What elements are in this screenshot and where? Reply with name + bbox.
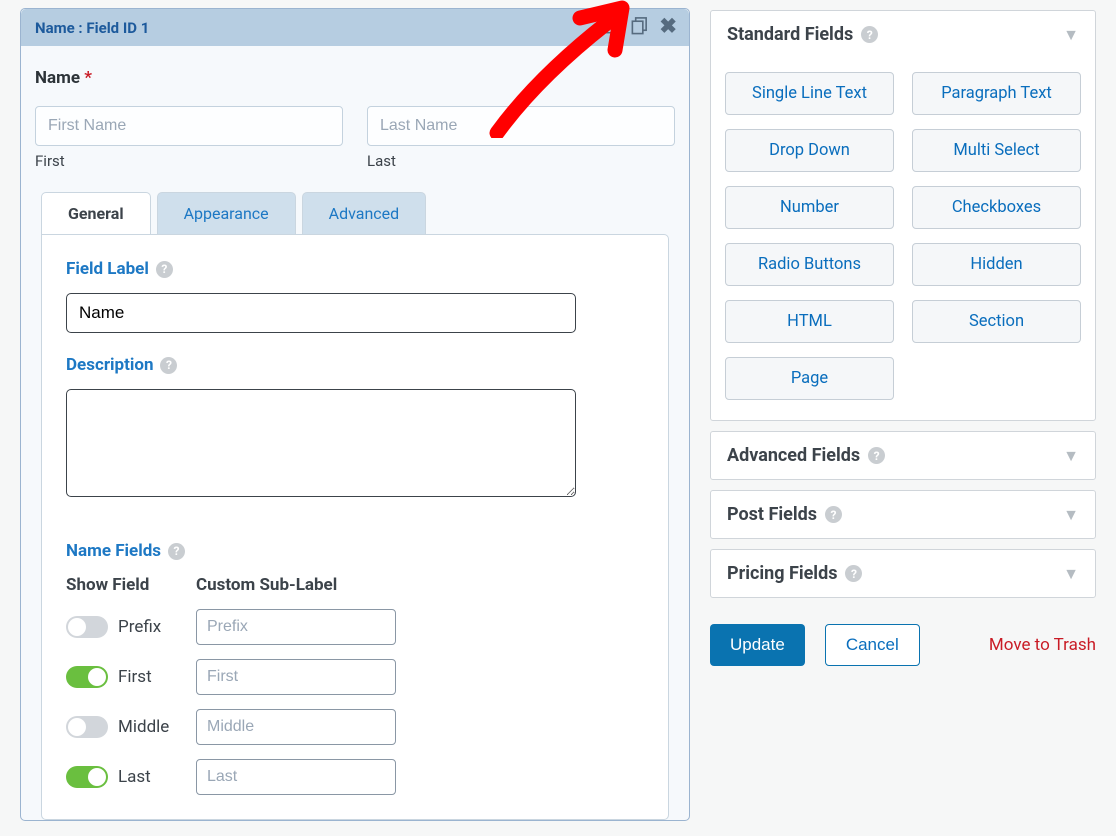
caret-down-icon: ▼ <box>1063 446 1079 466</box>
tab-appearance[interactable]: Appearance <box>157 192 296 234</box>
move-to-trash-link[interactable]: Move to Trash <box>989 635 1096 655</box>
collapse-icon[interactable] <box>603 17 620 38</box>
caret-down-icon: ▼ <box>1063 505 1079 525</box>
panel-standard-fields-title: Standard Fields <box>727 24 853 45</box>
description-textarea[interactable] <box>66 389 576 497</box>
tab-advanced[interactable]: Advanced <box>302 192 427 234</box>
help-icon[interactable]: ? <box>861 26 878 43</box>
first-name-input[interactable] <box>35 106 343 146</box>
help-icon[interactable]: ? <box>825 506 842 523</box>
field-btn-multi-select[interactable]: Multi Select <box>912 129 1081 172</box>
toggle-middle[interactable] <box>66 716 108 738</box>
action-row: Update Cancel Move to Trash <box>710 624 1096 666</box>
field-body: Name * First Last General Appearance Adv… <box>21 46 689 820</box>
field-card-header: Name : Field ID 1 ✖ <box>21 9 689 46</box>
description-heading: Description ? <box>66 355 644 375</box>
panel-pricing-fields: Pricing Fields ? ▼ <box>710 549 1096 598</box>
help-icon[interactable]: ? <box>160 357 177 374</box>
first-sub-label: First <box>35 152 343 170</box>
field-label-heading-text: Field Label <box>66 259 149 279</box>
tab-panel-general: Field Label ? Description ? Name Fields … <box>41 234 669 820</box>
panel-standard-fields: Standard Fields ? ▼ Single Line Text Par… <box>710 10 1096 421</box>
sublabel-prefix-input[interactable] <box>196 609 396 645</box>
caret-down-icon: ▼ <box>1063 25 1079 45</box>
field-label-input[interactable] <box>66 293 576 333</box>
row-last-toggle-cell: Last <box>66 766 196 788</box>
field-btn-single-line-text[interactable]: Single Line Text <box>725 72 894 115</box>
field-btn-page[interactable]: Page <box>725 357 894 400</box>
field-btn-checkboxes[interactable]: Checkboxes <box>912 186 1081 229</box>
field-header-title: Name : Field ID 1 <box>35 19 149 37</box>
update-button[interactable]: Update <box>710 624 805 666</box>
sublabel-middle-input[interactable] <box>196 709 396 745</box>
row-middle-toggle-cell: Middle <box>66 716 196 738</box>
field-btn-radio-buttons[interactable]: Radio Buttons <box>725 243 894 286</box>
field-btn-html[interactable]: HTML <box>725 300 894 343</box>
field-btn-hidden[interactable]: Hidden <box>912 243 1081 286</box>
field-btn-paragraph-text[interactable]: Paragraph Text <box>912 72 1081 115</box>
panel-standard-fields-head[interactable]: Standard Fields ? ▼ <box>711 11 1095 58</box>
field-title: Name * <box>35 68 675 88</box>
field-btn-section[interactable]: Section <box>912 300 1081 343</box>
row-first-toggle-cell: First <box>66 666 196 688</box>
last-sub-label: Last <box>367 152 675 170</box>
toggle-last[interactable] <box>66 766 108 788</box>
close-icon[interactable]: ✖ <box>659 17 677 38</box>
row-prefix-toggle-cell: Prefix <box>66 616 196 638</box>
show-field-header: Show Field <box>66 575 196 595</box>
field-editor-card: Name : Field ID 1 ✖ Name * First <box>20 8 690 821</box>
help-icon[interactable]: ? <box>156 261 173 278</box>
field-title-text: Name <box>35 68 80 88</box>
help-icon[interactable]: ? <box>868 447 885 464</box>
tab-general[interactable]: General <box>41 192 151 234</box>
name-fields-heading-text: Name Fields <box>66 541 161 561</box>
help-icon[interactable]: ? <box>168 543 185 560</box>
standard-fields-grid: Single Line Text Paragraph Text Drop Dow… <box>711 58 1095 420</box>
panel-post-fields-head[interactable]: Post Fields ? ▼ <box>711 491 1095 538</box>
panel-advanced-fields: Advanced Fields ? ▼ <box>710 431 1096 480</box>
panel-post-fields-title: Post Fields <box>727 504 817 525</box>
field-btn-number[interactable]: Number <box>725 186 894 229</box>
panel-pricing-fields-title: Pricing Fields <box>727 563 837 584</box>
panel-advanced-fields-head[interactable]: Advanced Fields ? ▼ <box>711 432 1095 479</box>
cancel-button[interactable]: Cancel <box>825 624 920 666</box>
field-label-heading: Field Label ? <box>66 259 644 279</box>
settings-tabs: General Appearance Advanced <box>41 192 675 234</box>
sublabel-first-input[interactable] <box>196 659 396 695</box>
panel-pricing-fields-head[interactable]: Pricing Fields ? ▼ <box>711 550 1095 597</box>
row-last-label: Last <box>118 767 151 787</box>
description-heading-text: Description <box>66 355 153 375</box>
sidebar: Standard Fields ? ▼ Single Line Text Par… <box>700 0 1106 836</box>
row-prefix-label: Prefix <box>118 617 161 637</box>
custom-sublabel-header: Custom Sub-Label <box>196 575 406 595</box>
duplicate-icon[interactable] <box>630 16 649 39</box>
toggle-first[interactable] <box>66 666 108 688</box>
name-fields-table: Show Field Custom Sub-Label Prefix First <box>66 575 644 795</box>
name-fields-heading: Name Fields ? <box>66 541 644 561</box>
row-middle-label: Middle <box>118 717 169 737</box>
panel-post-fields: Post Fields ? ▼ <box>710 490 1096 539</box>
caret-down-icon: ▼ <box>1063 564 1079 584</box>
toggle-prefix[interactable] <box>66 616 108 638</box>
panel-advanced-fields-title: Advanced Fields <box>727 445 860 466</box>
row-first-label: First <box>118 667 152 687</box>
help-icon[interactable]: ? <box>845 565 862 582</box>
sublabel-last-input[interactable] <box>196 759 396 795</box>
last-name-input[interactable] <box>367 106 675 146</box>
field-btn-drop-down[interactable]: Drop Down <box>725 129 894 172</box>
required-star-icon: * <box>84 68 92 88</box>
